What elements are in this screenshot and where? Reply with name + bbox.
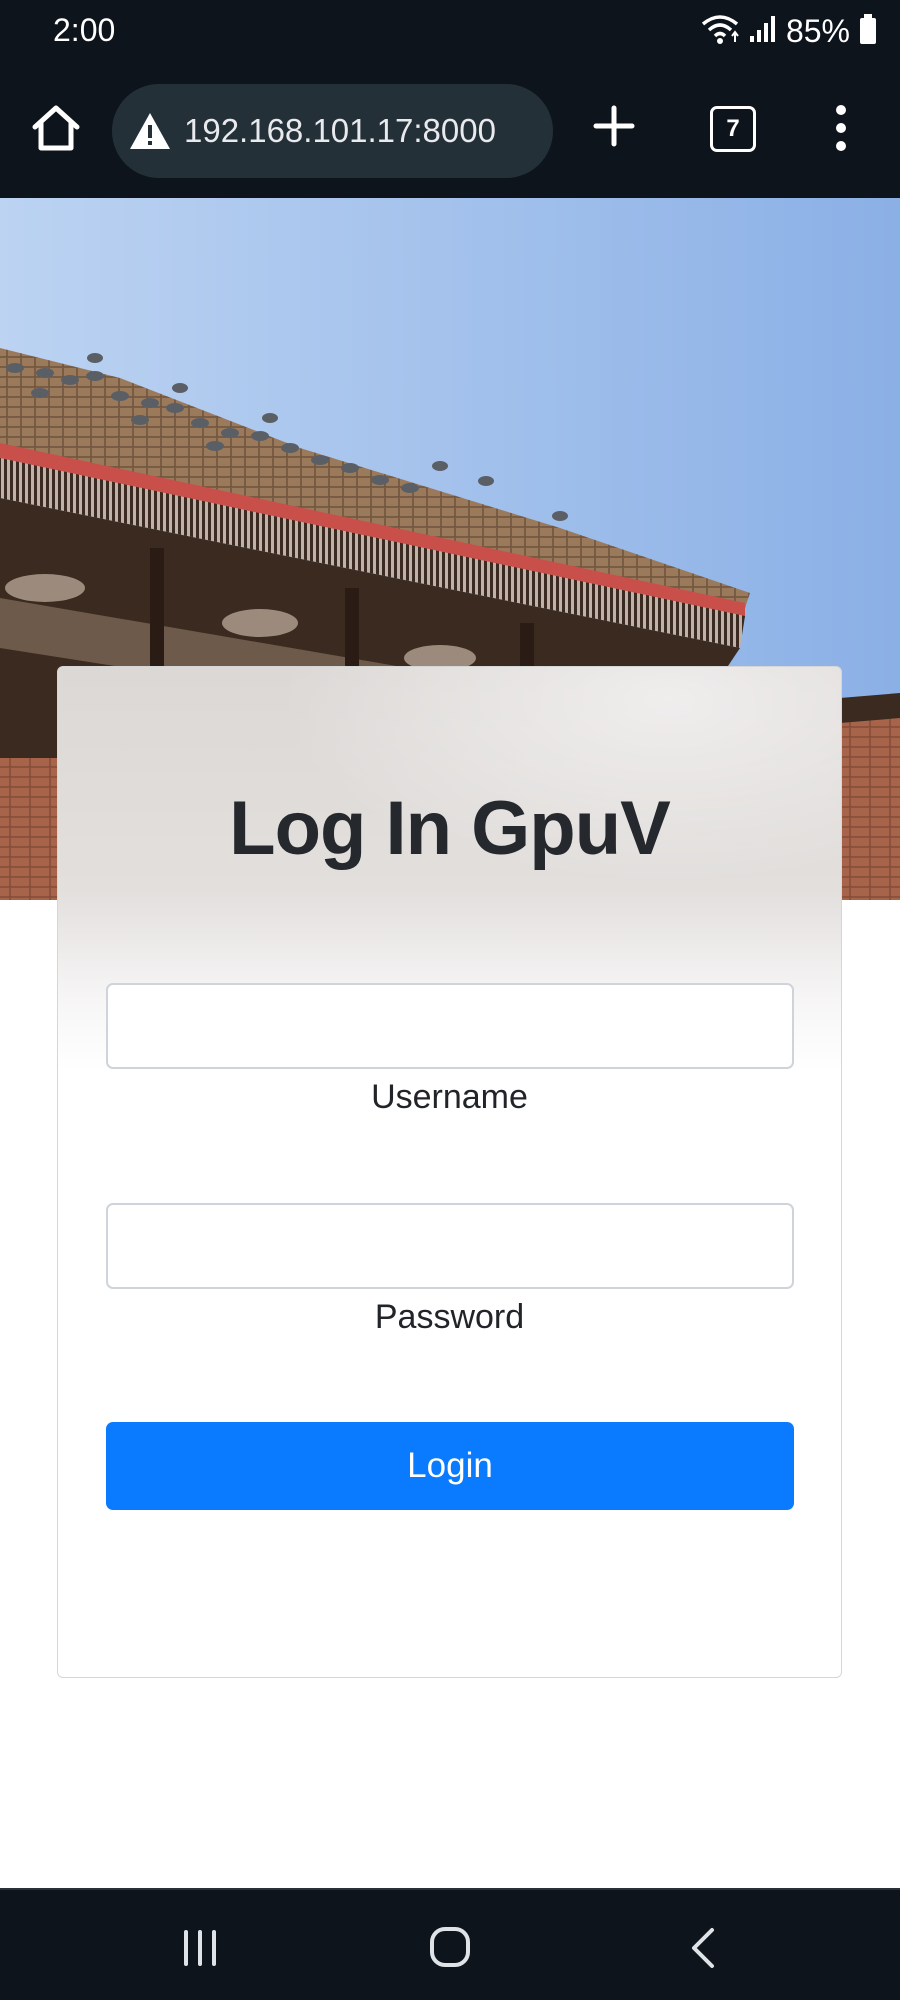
recent-apps-icon <box>184 1930 216 1966</box>
browser-toolbar: 192.168.101.17:8000 7 <box>0 62 900 200</box>
battery-icon <box>858 13 878 50</box>
status-bar: 2:00 85% <box>0 0 900 62</box>
battery-percent: 85% <box>785 12 850 49</box>
system-nav-bar <box>0 1888 900 2000</box>
more-options-button[interactable] <box>826 102 856 154</box>
home-circle-icon <box>430 1927 470 1967</box>
plus-icon <box>593 105 635 147</box>
status-icons: 85% <box>700 10 878 52</box>
username-input[interactable] <box>106 983 794 1069</box>
recent-apps-button[interactable] <box>176 1926 224 1970</box>
signal-icon <box>748 14 778 49</box>
tabs-button[interactable]: 7 <box>710 106 756 152</box>
password-label: Password <box>374 1298 525 1336</box>
login-button[interactable]: Login <box>106 1422 794 1510</box>
username-label: Username <box>371 1078 528 1116</box>
status-time: 2:00 <box>53 12 116 48</box>
wifi-icon <box>700 12 740 51</box>
url-text[interactable]: 192.168.101.17:8000 <box>184 112 496 150</box>
address-bar[interactable]: 192.168.101.17:8000 <box>112 84 553 178</box>
warning-icon[interactable] <box>128 111 172 151</box>
home-icon <box>32 105 80 151</box>
back-icon <box>692 1928 714 1968</box>
new-tab-button[interactable] <box>590 102 638 150</box>
home-nav-button[interactable] <box>426 1926 474 1970</box>
password-input[interactable] <box>106 1203 794 1289</box>
tab-count: 7 <box>726 115 740 142</box>
more-vert-icon <box>836 105 846 151</box>
login-card: Log In GpuV Username Password Login <box>57 666 842 1678</box>
page-title: Log In GpuV <box>229 786 671 871</box>
back-button[interactable] <box>680 1926 728 1970</box>
home-button[interactable] <box>30 102 82 154</box>
